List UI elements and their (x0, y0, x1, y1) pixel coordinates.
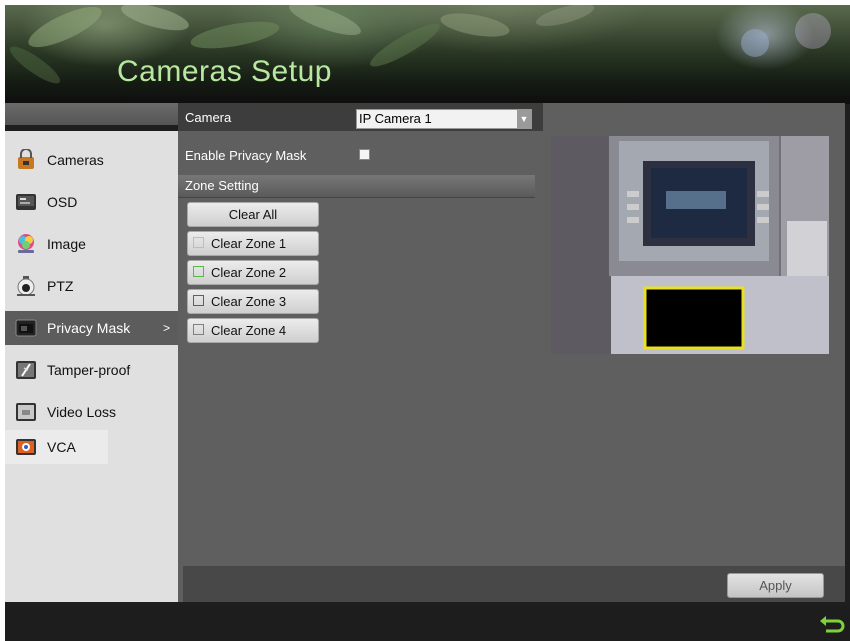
chevron-right-icon: > (162, 321, 170, 335)
zone-2-color-swatch (193, 266, 204, 277)
sidebar-item-osd[interactable]: OSD (5, 185, 178, 219)
header-banner: Cameras Setup (5, 5, 850, 104)
apply-button[interactable]: Apply (727, 573, 824, 598)
sidebar: Cameras OSD Image PTZ Privacy Mask > Tam… (5, 131, 178, 602)
sidebar-item-cameras[interactable]: Cameras (5, 143, 178, 177)
zone-1-color-swatch (193, 237, 204, 248)
image-color-icon (15, 233, 37, 255)
video-loss-icon (15, 401, 37, 423)
clear-zone-3-button[interactable]: Clear Zone 3 (187, 289, 319, 314)
sidebar-item-tamper-proof[interactable]: Tamper-proof (5, 353, 178, 387)
sidebar-item-vca[interactable]: VCA (5, 430, 108, 464)
sidebar-item-label: Privacy Mask (47, 320, 131, 336)
clear-zone-2-label: Clear Zone 2 (211, 265, 287, 280)
clear-all-button[interactable]: Clear All (187, 202, 319, 227)
sidebar-item-label: VCA (47, 439, 76, 455)
privacy-mask-zone[interactable] (643, 286, 745, 350)
zone-3-color-swatch (193, 295, 204, 306)
enable-privacy-mask-label: Enable Privacy Mask (185, 148, 307, 163)
enable-privacy-mask-checkbox[interactable] (359, 149, 370, 160)
atm-preview-image (551, 136, 829, 354)
clear-zone-3-label: Clear Zone 3 (211, 294, 287, 309)
clear-zone-4-button[interactable]: Clear Zone 4 (187, 318, 319, 343)
sidebar-item-video-loss[interactable]: Video Loss (5, 395, 178, 429)
zone-setting-header: Zone Setting (178, 175, 535, 198)
sidebar-item-label: Image (47, 236, 86, 252)
sidebar-item-privacy-mask[interactable]: Privacy Mask > (5, 311, 178, 345)
chevron-down-icon[interactable]: ▼ (517, 110, 531, 128)
camera-select[interactable]: IP Camera 1 ▼ (356, 109, 532, 129)
zone-4-color-swatch (193, 324, 204, 335)
camera-row: Camera IP Camera 1 ▼ (178, 103, 543, 131)
sidebar-item-label: Tamper-proof (47, 362, 131, 378)
camera-preview[interactable] (551, 136, 829, 354)
sidebar-item-image[interactable]: Image (5, 227, 178, 261)
page-title: Cameras Setup (117, 55, 332, 88)
zone-setting-label: Zone Setting (185, 178, 259, 193)
sidebar-header (5, 103, 178, 125)
sidebar-item-label: Video Loss (47, 404, 117, 420)
osd-icon (15, 191, 37, 213)
clear-zone-4-label: Clear Zone 4 (211, 323, 287, 338)
clear-zone-2-button[interactable]: Clear Zone 2 (187, 260, 319, 285)
clear-zone-1-label: Clear Zone 1 (211, 236, 287, 251)
sidebar-item-label: Cameras (47, 152, 104, 168)
return-arrow-icon[interactable] (818, 614, 846, 636)
tamper-proof-icon (15, 359, 37, 381)
camera-select-value: IP Camera 1 (359, 111, 432, 126)
footer-bar (5, 607, 850, 641)
sidebar-item-ptz[interactable]: PTZ (5, 269, 178, 303)
camera-label: Camera (185, 110, 232, 125)
sidebar-item-label: OSD (47, 194, 78, 210)
privacy-mask-icon (15, 317, 37, 339)
ptz-dome-icon (15, 275, 37, 297)
sidebar-item-label: PTZ (47, 278, 74, 294)
clear-zone-1-button[interactable]: Clear Zone 1 (187, 231, 319, 256)
vca-icon (15, 436, 37, 458)
camera-lock-icon (15, 148, 37, 171)
